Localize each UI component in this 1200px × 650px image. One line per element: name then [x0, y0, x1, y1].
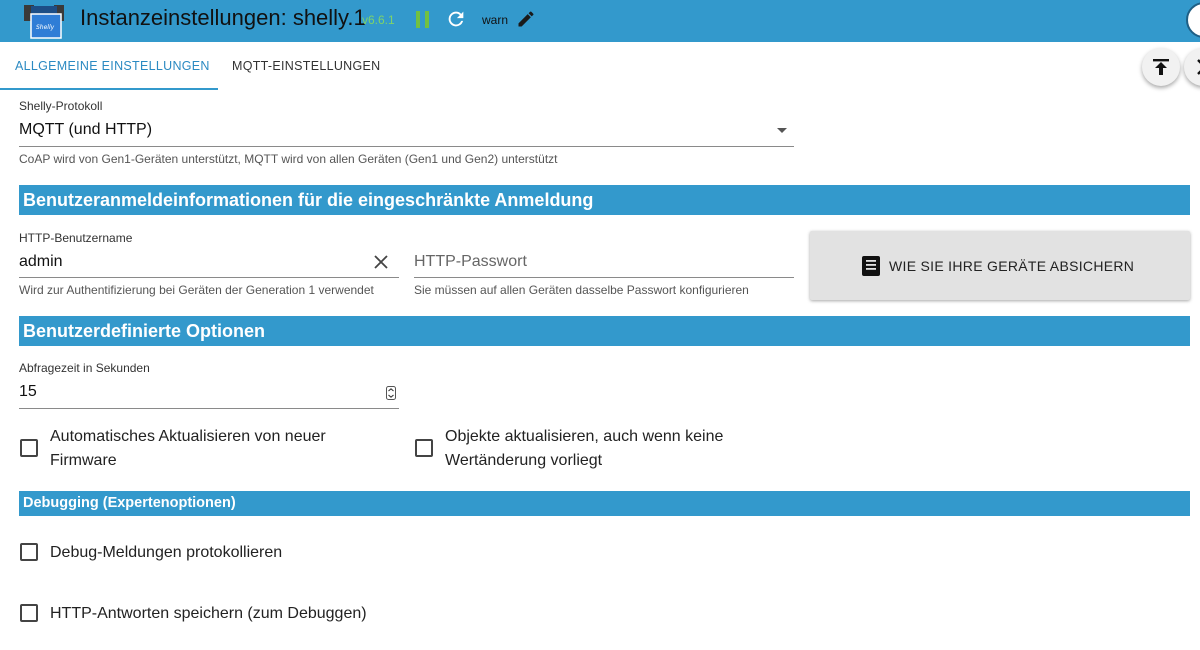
update-objects-label-line2: Wertänderung vorliegt: [445, 452, 603, 469]
chevron-right-icon: [1197, 59, 1200, 75]
protocol-label: Shelly-Protokoll: [19, 99, 103, 113]
section-credentials: Benutzeranmeldeinformationen für die ein…: [19, 185, 1190, 215]
polling-label: Abfragezeit in Sekunden: [19, 361, 150, 375]
password-input[interactable]: HTTP-Passwort: [414, 253, 527, 271]
username-helper: Wird zur Authentifizierung bei Geräten d…: [19, 283, 374, 297]
tab-mqtt-settings[interactable]: MQTT-EINSTELLUNGEN: [232, 59, 380, 73]
auto-update-label-line1: Automatisches Aktualisieren von neuer: [50, 428, 326, 445]
auto-update-label-line2: Firmware: [50, 452, 117, 469]
password-underline: [414, 277, 794, 278]
section-debugging: Debugging (Expertenoptionen): [19, 491, 1190, 516]
stepper-icon[interactable]: [386, 386, 396, 400]
vertical-align-top-icon: [1153, 59, 1169, 75]
expand-panel-button[interactable]: [1184, 48, 1200, 86]
protocol-select[interactable]: MQTT (und HTTP): [19, 121, 152, 139]
log-level: warn: [482, 13, 509, 27]
version-badge: v6.6.1: [362, 13, 395, 27]
polling-input[interactable]: 15: [19, 383, 37, 401]
protocol-helper: CoAP wird von Gen1-Geräten unterstützt, …: [19, 152, 558, 166]
section-custom-options: Benutzerdefinierte Optionen: [19, 316, 1190, 346]
svg-text:Shelly: Shelly: [36, 24, 55, 31]
pause-icon[interactable]: [416, 11, 430, 28]
auto-update-checkbox[interactable]: [20, 439, 38, 457]
username-underline: [19, 277, 399, 278]
username-input[interactable]: admin: [19, 253, 63, 271]
update-objects-label: Objekte aktualisieren, auch wenn keine W…: [445, 425, 723, 473]
secure-devices-label: WIE SIE IHRE GERÄTE ABSICHERN: [889, 258, 1135, 274]
debug-log-label: Debug-Meldungen protokollieren: [50, 544, 283, 561]
username-label: HTTP-Benutzername: [19, 231, 133, 245]
auto-update-label: Automatisches Aktualisieren von neuer Fi…: [50, 425, 326, 473]
page-title: Instanzeinstellungen: shelly.1: [80, 5, 366, 30]
polling-underline: [19, 408, 399, 409]
secure-devices-button[interactable]: WIE SIE IHRE GERÄTE ABSICHERN: [810, 231, 1190, 300]
save-http-label: HTTP-Antworten speichern (zum Debuggen): [50, 605, 367, 622]
edit-icon[interactable]: [516, 9, 536, 29]
reload-icon[interactable]: [445, 8, 467, 30]
book-icon: [862, 256, 880, 276]
active-tab-indicator: [0, 88, 218, 90]
update-objects-label-line1: Objekte aktualisieren, auch wenn keine: [445, 428, 724, 445]
tab-general-settings[interactable]: ALLGEMEINE EINSTELLUNGEN: [15, 59, 210, 73]
clear-icon[interactable]: [372, 253, 390, 271]
password-helper: Sie müssen auf allen Geräten dasselbe Pa…: [414, 283, 749, 297]
chevron-down-icon[interactable]: [777, 128, 787, 133]
scroll-top-button[interactable]: [1142, 48, 1180, 86]
protocol-underline: [19, 146, 794, 147]
save-http-checkbox[interactable]: [20, 604, 38, 622]
update-objects-checkbox[interactable]: [415, 439, 433, 457]
debug-log-checkbox[interactable]: [20, 543, 38, 561]
shelly-logo: Shelly: [22, 2, 66, 42]
